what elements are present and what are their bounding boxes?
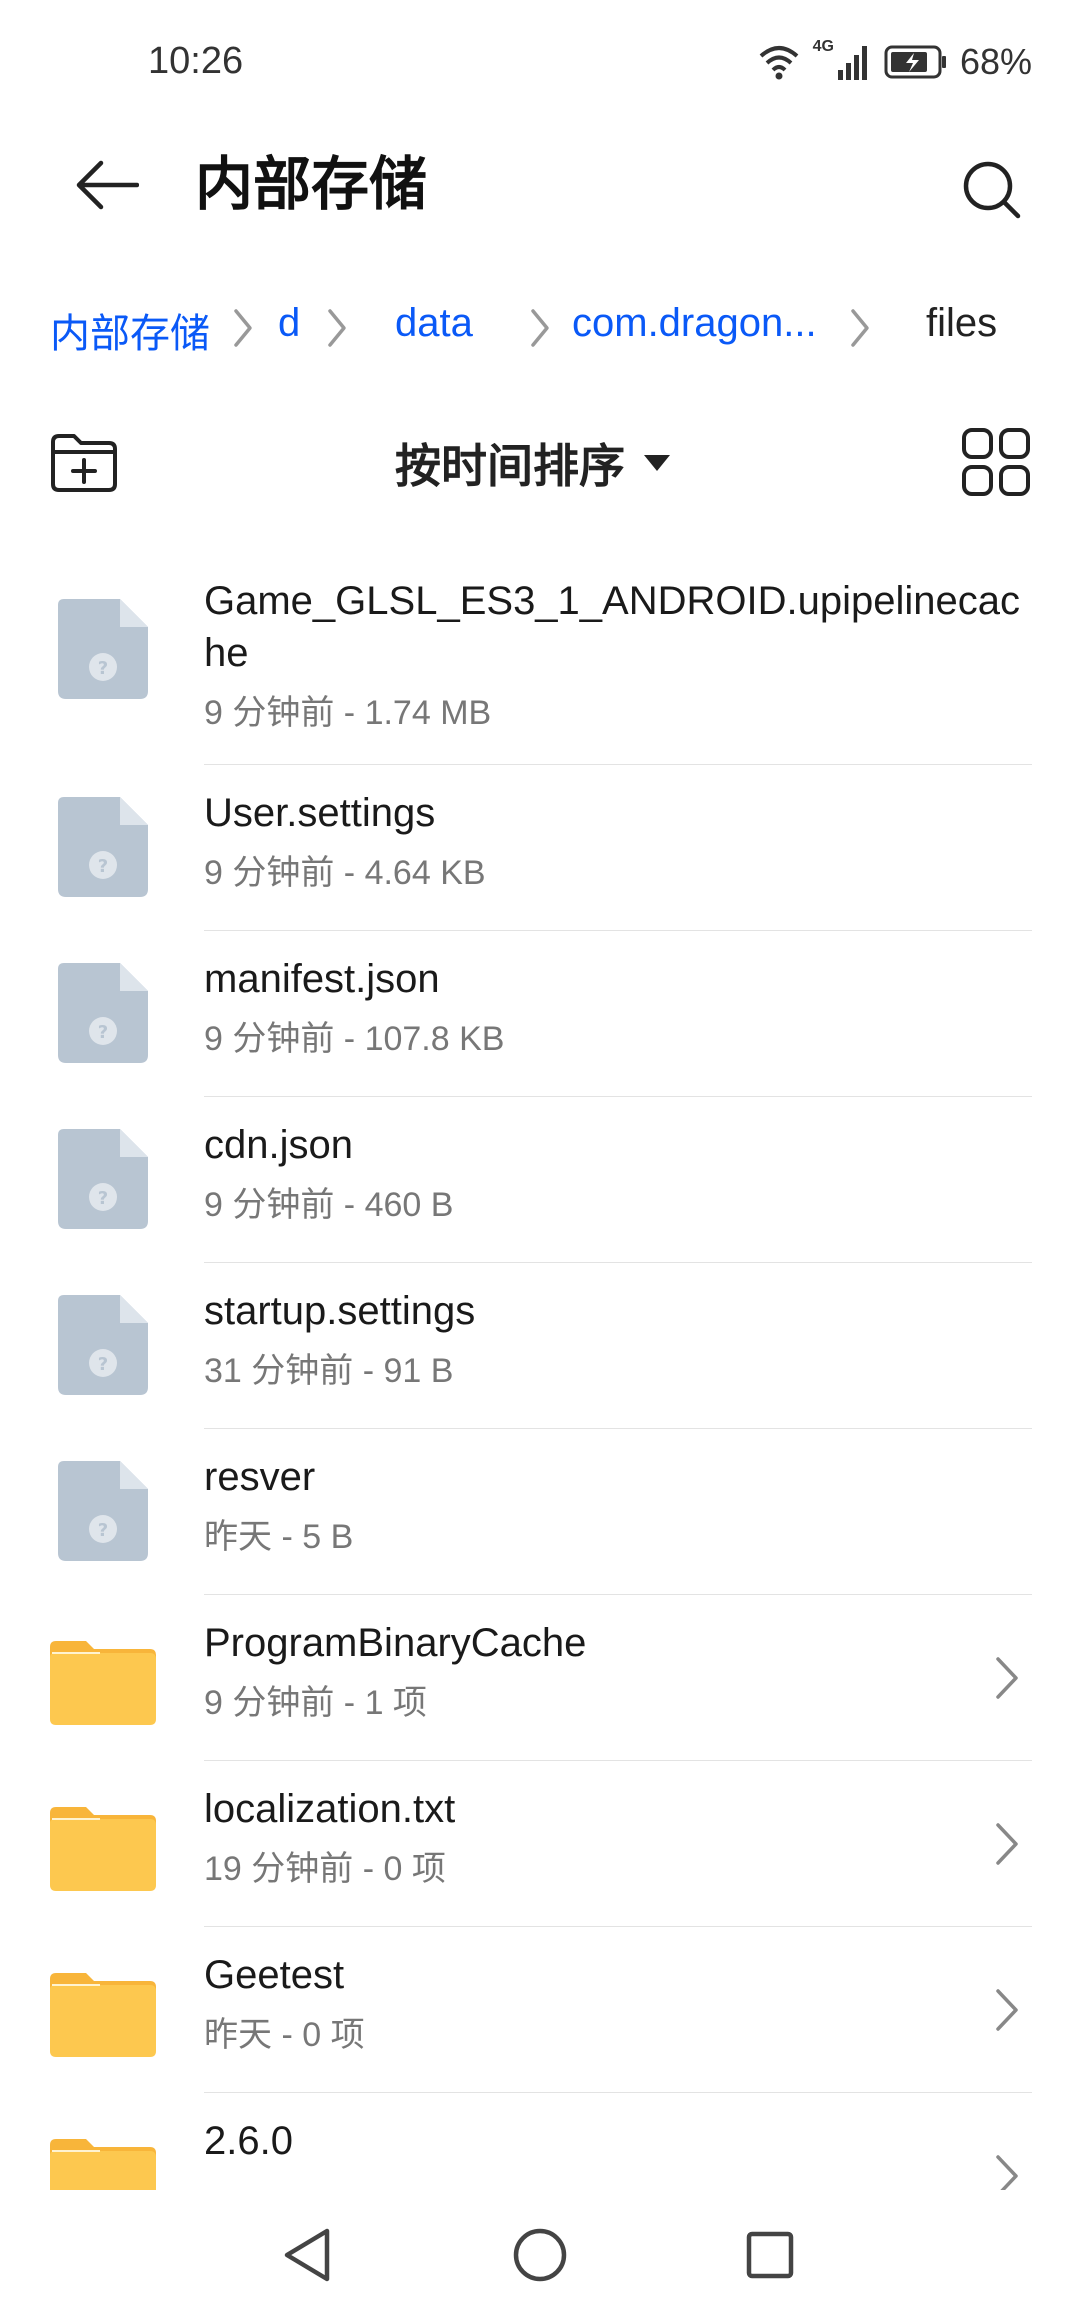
circle-home-icon: [513, 2228, 567, 2282]
breadcrumb-item-d[interactable]: d: [278, 301, 300, 346]
chevron-right-icon: [996, 1657, 1018, 1699]
search-button[interactable]: [952, 150, 1032, 230]
chevron-right-icon: [996, 2155, 1018, 2190]
chevron-right-icon: [996, 1823, 1018, 1865]
file-name: Game_GLSL_ES3_1_ANDROID.upipelinecache: [204, 579, 1020, 675]
list-item-folder[interactable]: localization.txt 19 分钟前 - 0 项: [0, 1761, 1080, 1927]
nav-home-button[interactable]: [505, 2220, 575, 2290]
sort-label: 按时间排序: [395, 440, 625, 492]
folder-icon: [50, 2139, 156, 2190]
chevron-right-icon: [851, 309, 869, 347]
file-name: cdn.json: [204, 1123, 353, 1167]
list-item-folder[interactable]: ProgramBinaryCache 9 分钟前 - 1 项: [0, 1595, 1080, 1761]
svg-text:?: ?: [98, 1188, 108, 1209]
back-button[interactable]: [62, 150, 152, 220]
list-item-file[interactable]: ? cdn.json 9 分钟前 - 460 B: [0, 1097, 1080, 1263]
square-recents-icon: [746, 2231, 794, 2279]
folder-name: ProgramBinaryCache: [204, 1621, 587, 1665]
page-title: 内部存储: [195, 152, 428, 217]
unknown-file-icon: ?: [58, 1129, 148, 1229]
sort-button[interactable]: 按时间排序: [395, 428, 671, 498]
file-name: startup.settings: [204, 1289, 476, 1333]
triangle-back-icon: [284, 2228, 330, 2282]
search-icon: [963, 161, 1021, 219]
network-type-label: 4G: [812, 38, 834, 55]
app-bar: 内部存储: [0, 120, 1080, 250]
svg-text:?: ?: [98, 1022, 108, 1043]
status-icons: 4G 68%: [757, 38, 1032, 86]
folder-meta: 昨天 - 0 项: [204, 2016, 365, 2054]
svg-text:?: ?: [98, 1354, 108, 1375]
breadcrumb-item-com-dragon[interactable]: com.dragon...: [572, 301, 817, 346]
grid-view-icon: [962, 428, 1030, 496]
status-time: 10:26: [148, 40, 244, 82]
list-item-file[interactable]: ? Game_GLSL_ES3_1_ANDROID.upipelinecache…: [0, 555, 1080, 765]
file-meta: 昨天 - 5 B: [204, 1518, 354, 1556]
system-nav-bar: [0, 2190, 1080, 2310]
folder-name: 2.6.0: [204, 2119, 293, 2163]
breadcrumb: 内部存储 d data com.dragon... files: [50, 295, 1050, 356]
folder-name: localization.txt: [204, 1787, 456, 1831]
battery-percent: 68%: [959, 41, 1032, 82]
battery-charging-icon: [884, 45, 946, 79]
new-folder-button[interactable]: [48, 430, 120, 496]
folder-meta: 9 分钟前 - 1 项: [204, 1684, 427, 1722]
file-meta: 9 分钟前 - 107.8 KB: [204, 1020, 505, 1058]
svg-text:?: ?: [98, 1520, 108, 1541]
unknown-file-icon: ?: [58, 599, 148, 699]
list-item-folder[interactable]: Geetest 昨天 - 0 项: [0, 1927, 1080, 2093]
breadcrumb-item-internal-storage[interactable]: 内部存储: [50, 301, 210, 359]
list-item-file[interactable]: ? startup.settings 31 分钟前 - 91 B: [0, 1263, 1080, 1429]
folder-meta: 19 分钟前 - 0 项: [204, 1850, 446, 1888]
breadcrumb-item-files: files: [926, 301, 998, 345]
list-item-file[interactable]: ? resver 昨天 - 5 B: [0, 1429, 1080, 1595]
file-name: resver: [204, 1455, 316, 1499]
wifi-icon: [759, 46, 798, 80]
view-toggle-button[interactable]: [960, 426, 1032, 498]
caret-down-icon: [644, 455, 670, 471]
svg-text:?: ?: [98, 856, 108, 877]
unknown-file-icon: ?: [58, 797, 148, 897]
unknown-file-icon: ?: [58, 1461, 148, 1561]
file-meta: 9 分钟前 - 460 B: [204, 1186, 454, 1224]
list-item-file[interactable]: ? manifest.json 9 分钟前 - 107.8 KB: [0, 931, 1080, 1097]
file-name: manifest.json: [204, 957, 440, 1001]
svg-text:?: ?: [98, 658, 108, 679]
nav-back-button[interactable]: [272, 2220, 342, 2290]
new-folder-icon: [51, 434, 117, 492]
status-bar: 10:26 4G 68%: [0, 0, 1080, 120]
file-meta: 31 分钟前 - 91 B: [204, 1352, 454, 1390]
toolbar: 按时间排序: [0, 420, 1080, 510]
file-meta: 9 分钟前 - 1.74 MB: [204, 694, 492, 732]
signal-icon: [837, 46, 867, 80]
file-name: User.settings: [204, 791, 436, 835]
file-meta: 9 分钟前 - 4.64 KB: [204, 854, 486, 892]
arrow-left-icon: [76, 160, 139, 210]
nav-recents-button[interactable]: [735, 2220, 805, 2290]
file-list: ? Game_GLSL_ES3_1_ANDROID.upipelinecache…: [0, 555, 1080, 2190]
folder-name: Geetest: [204, 1953, 345, 1997]
chevron-right-icon: [234, 309, 252, 347]
list-item-folder[interactable]: 2.6.0: [0, 2093, 1080, 2190]
unknown-file-icon: ?: [58, 1295, 148, 1395]
chevron-right-icon: [531, 309, 549, 347]
chevron-right-icon: [996, 1989, 1018, 2031]
folder-icon: [50, 1641, 156, 1725]
folder-icon: [50, 1973, 156, 2057]
list-item-file[interactable]: ? User.settings 9 分钟前 - 4.64 KB: [0, 765, 1080, 931]
unknown-file-icon: ?: [58, 963, 148, 1063]
folder-icon: [50, 1807, 156, 1891]
chevron-right-icon: [328, 309, 346, 347]
breadcrumb-item-data[interactable]: data: [395, 301, 473, 346]
